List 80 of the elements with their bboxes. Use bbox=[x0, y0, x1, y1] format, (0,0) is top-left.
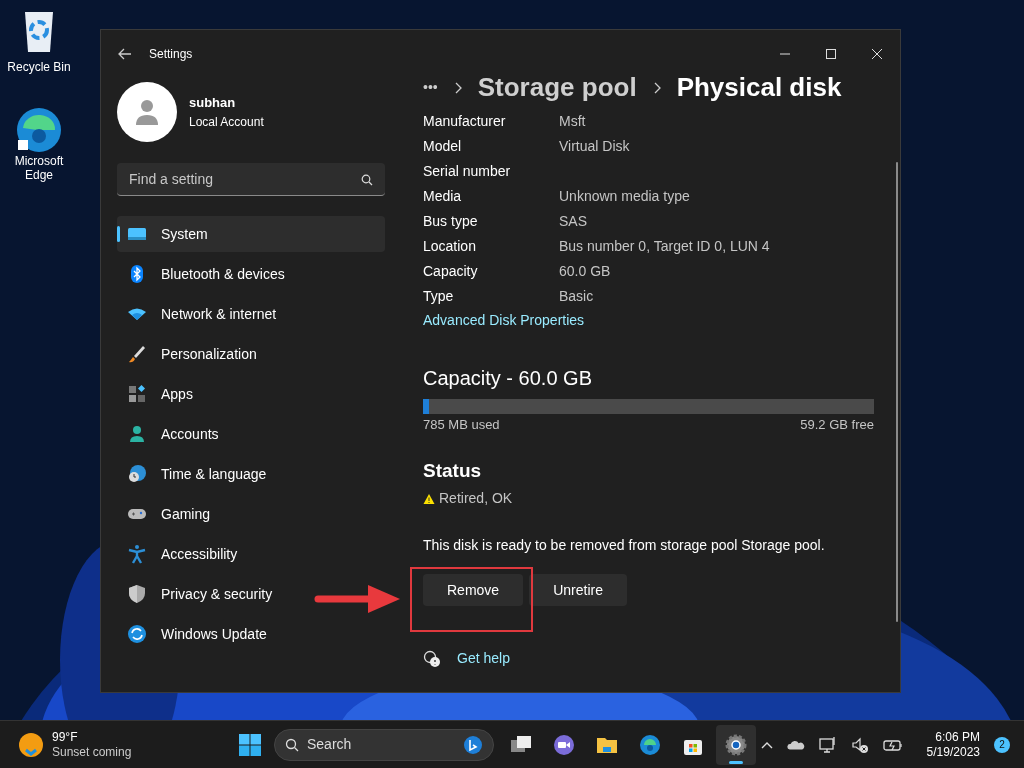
account-name: subhan bbox=[189, 94, 237, 113]
property-label: Type bbox=[423, 287, 455, 306]
warning-icon bbox=[423, 492, 435, 505]
notification-count[interactable]: 2 bbox=[994, 736, 1010, 753]
property-label: Manufacturer bbox=[423, 112, 507, 131]
property-label: Model bbox=[423, 137, 463, 156]
status-message: This disk is ready to be removed from storage pool Storage pool. bbox=[423, 536, 826, 555]
property-label: Capacity bbox=[423, 262, 479, 281]
sidebar-item[interactable]: Privacy & security bbox=[117, 576, 281, 612]
person-icon bbox=[127, 424, 147, 444]
property-value: 60.0 GB bbox=[559, 262, 611, 281]
browser-icon bbox=[15, 106, 63, 154]
action-button[interactable]: Unretire bbox=[529, 574, 627, 606]
accessibility-icon bbox=[127, 544, 147, 564]
status-value: Retired, OK bbox=[439, 489, 513, 508]
browser-icon bbox=[638, 732, 662, 757]
property-value: SAS bbox=[559, 212, 587, 231]
apps-icon bbox=[127, 384, 147, 404]
start-icon[interactable] bbox=[238, 732, 262, 757]
property-value: Virtual Disk bbox=[559, 137, 630, 156]
sidebar-item[interactable]: Accounts bbox=[117, 416, 227, 452]
shield-icon bbox=[127, 584, 147, 604]
capacity-heading: Capacity - 60.0 GB bbox=[423, 366, 593, 391]
property-label: Media bbox=[423, 187, 463, 206]
weather-sun-icon[interactable] bbox=[18, 731, 44, 758]
advanced-properties-link[interactable]: Advanced Disk Properties bbox=[423, 310, 874, 331]
property-value: Bus number 0, Target ID 0, LUN 4 bbox=[559, 237, 770, 256]
sync-icon bbox=[127, 624, 147, 644]
free-space: 59.2 GB free bbox=[800, 416, 874, 434]
sidebar-item[interactable]: Personalization bbox=[117, 336, 265, 372]
sidebar-item[interactable]: Accessibility bbox=[117, 536, 246, 572]
status-heading: Status bbox=[423, 458, 483, 483]
property-label: Serial number bbox=[423, 162, 512, 181]
sidebar-item[interactable]: Network & internet bbox=[117, 296, 285, 332]
gear-icon bbox=[724, 732, 748, 757]
chat-bubble-icon bbox=[463, 734, 483, 755]
desktop-icon-label[interactable]: Microsoft Edge bbox=[4, 154, 74, 182]
chevron-icon bbox=[453, 81, 462, 94]
sidebar-item[interactable]: System bbox=[117, 216, 385, 252]
sidebar-item[interactable]: Apps bbox=[117, 376, 201, 412]
chevron-icon bbox=[652, 81, 661, 94]
sidebar-item[interactable]: Windows Update bbox=[117, 616, 275, 652]
sidebar-item[interactable]: Bluetooth & devices bbox=[117, 256, 293, 292]
used-space: 785 MB used bbox=[423, 416, 500, 434]
network-icon[interactable] bbox=[818, 735, 837, 754]
video-chat-icon bbox=[552, 732, 576, 757]
property-value: Unknown media type bbox=[559, 187, 690, 206]
search-icon bbox=[361, 174, 373, 186]
action-button[interactable]: Remove bbox=[423, 574, 524, 606]
sidebar-item[interactable]: Gaming bbox=[117, 496, 219, 532]
back-arrow-icon[interactable] bbox=[117, 46, 133, 62]
window-title: Settings bbox=[149, 46, 193, 63]
property-value: Basic bbox=[559, 287, 594, 306]
property-label: Location bbox=[423, 237, 477, 256]
help-chat-icon bbox=[423, 649, 441, 668]
property-label: Bus type bbox=[423, 212, 479, 231]
muted-speaker-icon[interactable] bbox=[850, 735, 869, 754]
avatar[interactable] bbox=[117, 82, 177, 142]
help-link[interactable]: Get help bbox=[457, 648, 510, 669]
taskbar-search-box[interactable]: Search bbox=[274, 728, 494, 761]
clock-date[interactable]: 5/19/2023 bbox=[926, 744, 980, 760]
breadcrumb-item[interactable]: Storage pool bbox=[477, 68, 637, 107]
chevron-up-icon[interactable] bbox=[760, 740, 773, 749]
battery-icon[interactable] bbox=[882, 737, 903, 752]
sidebar-item[interactable]: Time & language bbox=[117, 456, 275, 492]
cloud-icon[interactable] bbox=[786, 738, 805, 751]
account-type: Local Account bbox=[189, 113, 264, 131]
taskbar-app[interactable] bbox=[716, 724, 756, 765]
globe-clock-icon bbox=[127, 464, 147, 484]
weather-temperature[interactable]: 99°F bbox=[52, 729, 132, 745]
desktop-icon-label[interactable]: Recycle Bin bbox=[7, 58, 71, 76]
more-ellipsis[interactable]: ••• bbox=[423, 77, 438, 98]
property-value: Msft bbox=[559, 112, 586, 131]
weather-text[interactable]: Sunset coming bbox=[52, 744, 132, 760]
clock-time[interactable]: 6:06 PM bbox=[935, 729, 980, 745]
search-field[interactable]: Find a setting bbox=[117, 163, 385, 196]
search-icon bbox=[285, 737, 299, 752]
breadcrumb-item: Physical disk bbox=[676, 71, 842, 104]
brush-icon bbox=[127, 344, 147, 364]
scrollbar[interactable] bbox=[896, 162, 898, 622]
